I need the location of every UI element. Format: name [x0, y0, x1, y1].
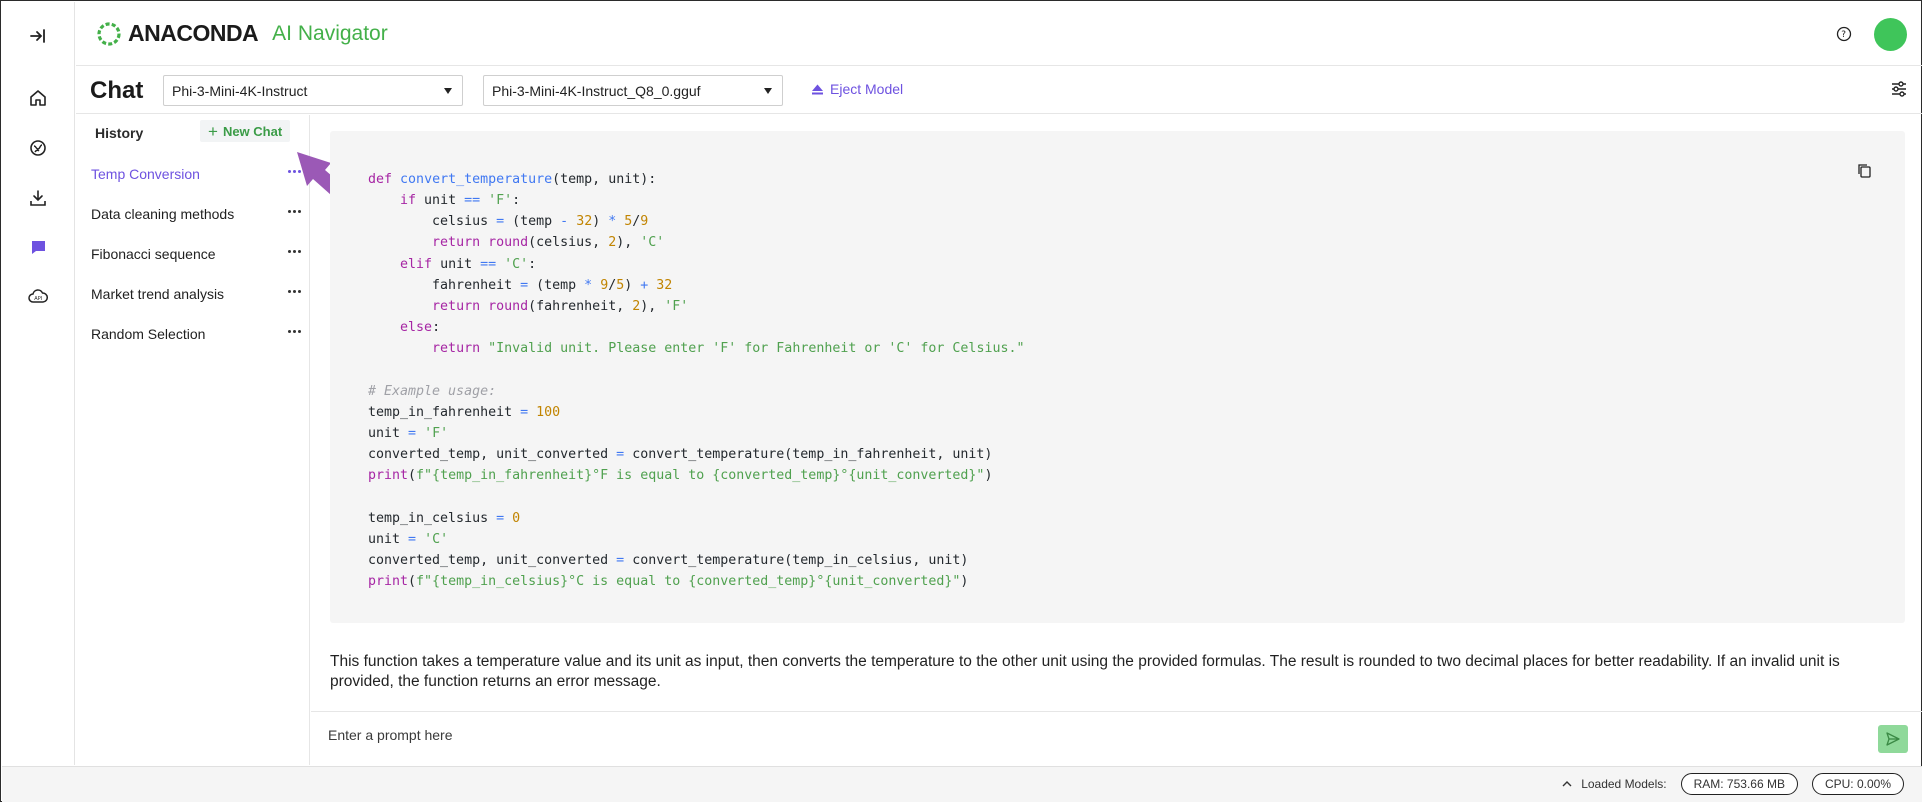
history-panel: History + New Chat Temp Conversion Data … — [76, 115, 310, 765]
chat-toolbar: Chat Phi-3-Mini-4K-Instruct Phi-3-Mini-4… — [76, 67, 1922, 114]
app-window: API ANACONDA AI Navigator ? Chat Phi-3-M… — [0, 0, 1922, 802]
anaconda-ring-icon — [97, 21, 121, 46]
status-bar: Loaded Models: RAM: 753.66 MB CPU: 0.00% — [2, 766, 1922, 802]
prompt-input[interactable] — [328, 727, 1828, 743]
model-file-select[interactable]: Phi-3-Mini-4K-Instruct_Q8_0.gguf — [483, 75, 783, 106]
chevron-down-icon — [764, 88, 772, 94]
left-rail: API — [2, 2, 75, 765]
user-avatar[interactable] — [1874, 18, 1907, 51]
prompt-bar — [311, 711, 1922, 765]
product-name: AI Navigator — [272, 21, 388, 45]
api-server-icon[interactable]: API — [23, 282, 53, 312]
anaconda-logo: ANACONDA AI Navigator — [96, 20, 388, 47]
loaded-models-toggle[interactable]: Loaded Models: — [1561, 777, 1667, 791]
code-content: def convert_temperature(temp, unit): if … — [368, 172, 1025, 589]
help-icon[interactable]: ? — [1836, 26, 1852, 42]
download-icon[interactable] — [23, 183, 53, 213]
new-chat-label: New Chat — [222, 123, 283, 139]
settings-sliders-icon[interactable] — [1890, 80, 1908, 98]
history-item-data-cleaning[interactable]: Data cleaning methods — [76, 199, 310, 229]
eject-icon — [812, 84, 823, 94]
top-header: ANACONDA AI Navigator ? — [76, 2, 1922, 66]
history-item-temp-conversion[interactable]: Temp Conversion — [76, 159, 310, 189]
history-title: History — [95, 125, 144, 141]
eject-model-button[interactable]: Eject Model — [811, 81, 903, 97]
history-item-label: Market trend analysis — [91, 286, 225, 302]
history-item-label: Temp Conversion — [91, 166, 200, 182]
models-icon[interactable] — [23, 133, 53, 163]
assistant-explanation: This function takes a temperature value … — [330, 653, 1840, 690]
loaded-models-label: Loaded Models: — [1581, 777, 1667, 791]
history-item-random-selection[interactable]: Random Selection — [76, 319, 310, 349]
history-item-label: Random Selection — [91, 326, 206, 342]
eject-model-label: Eject Model — [830, 81, 904, 97]
history-item-label: Fibonacci sequence — [91, 246, 216, 262]
send-icon — [1886, 732, 1900, 746]
brand-name: ANACONDA — [128, 20, 259, 46]
chevron-up-icon — [1562, 781, 1572, 787]
model-select[interactable]: Phi-3-Mini-4K-Instruct — [163, 75, 463, 106]
collapse-sidebar-icon[interactable] — [23, 21, 53, 51]
model-select-value: Phi-3-Mini-4K-Instruct — [172, 83, 308, 99]
chevron-down-icon — [444, 88, 452, 94]
code-block: def convert_temperature(temp, unit): if … — [330, 131, 1905, 623]
model-file-select-value: Phi-3-Mini-4K-Instruct_Q8_0.gguf — [492, 83, 701, 99]
svg-text:API: API — [34, 296, 42, 302]
page-title: Chat — [90, 77, 144, 104]
more-options-icon[interactable] — [288, 330, 301, 333]
svg-text:?: ? — [1841, 30, 1846, 40]
chat-main: def convert_temperature(temp, unit): if … — [311, 115, 1922, 711]
ram-usage-badge: RAM: 753.66 MB — [1680, 773, 1798, 795]
chat-icon[interactable] — [23, 232, 53, 262]
send-button[interactable] — [1878, 725, 1908, 753]
history-item-label: Data cleaning methods — [91, 206, 235, 222]
new-chat-button[interactable]: + New Chat — [200, 120, 291, 142]
cpu-usage-badge: CPU: 0.00% — [1811, 773, 1904, 795]
more-options-icon[interactable] — [288, 290, 301, 293]
history-item-fibonacci[interactable]: Fibonacci sequence — [76, 239, 310, 269]
more-options-icon[interactable] — [288, 250, 301, 253]
home-icon[interactable] — [23, 83, 53, 113]
history-item-market-trend[interactable]: Market trend analysis — [76, 279, 310, 309]
plus-icon: + — [208, 121, 218, 141]
copy-icon[interactable] — [1853, 159, 1875, 181]
